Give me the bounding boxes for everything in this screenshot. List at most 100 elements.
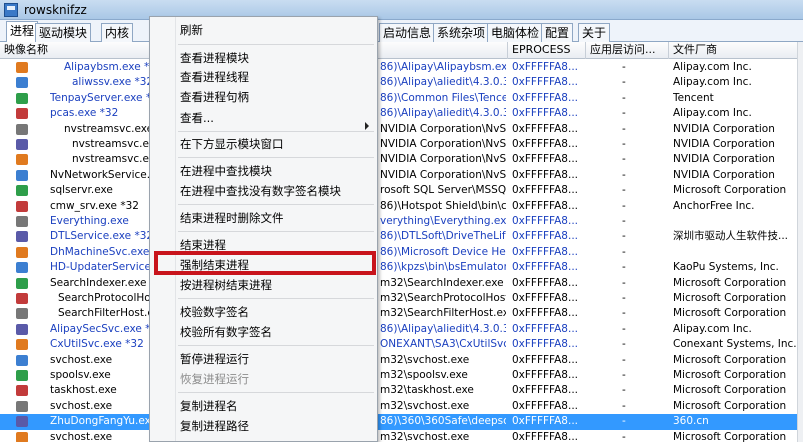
process-icon — [16, 169, 28, 181]
process-eprocess: 0xFFFFFA8... — [512, 168, 579, 181]
menu-item-copy-process-path[interactable]: 复制进程路径 — [180, 418, 249, 434]
table-row[interactable]: NvNetworkService.exe NVIDIA Corporation\N… — [0, 168, 803, 183]
menu-item-refresh[interactable]: 刷新 — [180, 22, 203, 38]
process-icon — [16, 431, 28, 442]
process-name: CxUtilSvc.exe *32 — [50, 338, 144, 351]
process-eprocess: 0xFFFFFA8... — [512, 261, 579, 274]
process-access: - — [622, 122, 626, 135]
process-path: m32\svchost.exe — [380, 430, 470, 442]
process-path: m32\spoolsv.exe — [380, 369, 468, 381]
process-access: - — [622, 276, 626, 289]
process-eprocess: 0xFFFFFA8... — [512, 292, 579, 304]
tab-process[interactable]: 进程 — [6, 21, 39, 42]
context-menu: 刷新 查看进程模块 查看进程线程 查看进程句柄 查看... 在下方显示模块窗口 … — [149, 16, 378, 442]
table-row[interactable]: DTLService.exe *32 86)\DTLSoft\DriveTheLi… — [0, 229, 803, 244]
process-vendor: Alipay.com Inc. — [673, 76, 752, 89]
menu-item-view-more[interactable]: 查看... — [180, 110, 214, 126]
process-access: - — [622, 184, 626, 197]
process-eprocess: 0xFFFFFA8... — [512, 322, 579, 335]
process-icon — [16, 385, 28, 397]
table-row[interactable]: HD-UpdaterService.exe 86)\kpzs\bin\bsEmul… — [0, 260, 803, 275]
process-table: 映像名称 EPROCESS 应用层访问... 文件厂商 Alipaybsm.ex… — [0, 42, 803, 442]
process-path: 86)\Alipay\aliedit\4.3.0.3.... — [380, 322, 506, 335]
table-row[interactable]: SearchFilterHost.ex m32\SearchFilterHost.… — [0, 306, 803, 321]
menu-item-suspend-process[interactable]: 暂停进程运行 — [180, 351, 249, 367]
process-name: spoolsv.exe — [50, 369, 111, 381]
menu-item-copy-process-name[interactable]: 复制进程名 — [180, 398, 238, 414]
column-header-vendor[interactable]: 文件厂商 — [669, 42, 803, 59]
table-row[interactable]: nvstreamsvc.exeNVIDIA Corporation\NvStre… — [0, 137, 803, 152]
process-vendor: Microsoft Corporation — [673, 184, 787, 197]
process-path: NVIDIA Corporation\NvStre... — [380, 138, 506, 150]
menu-item-view-threads[interactable]: 查看进程线程 — [180, 69, 249, 85]
column-header-access[interactable]: 应用层访问... — [586, 42, 669, 59]
menu-item-resume-process: 恢复进程运行 — [180, 372, 249, 386]
table-row[interactable]: ZhuDongFangYu.exe 86)\360\360Safe\deepsc.… — [0, 414, 803, 430]
process-vendor: Microsoft Corporation — [673, 276, 787, 289]
column-header-eprocess[interactable]: EPROCESS — [508, 42, 586, 59]
process-eprocess: 0xFFFFFA8... — [512, 245, 579, 258]
menu-separator — [178, 157, 374, 158]
process-eprocess: 0xFFFFFA8... — [512, 338, 579, 351]
table-row[interactable]: svchost.exe m32\svchost.exe 0xFFFFFA8... - M… — [0, 353, 803, 368]
table-row[interactable]: svchost.exe m32\svchost.exe 0xFFFFFA8... - M… — [0, 430, 803, 442]
process-icon — [16, 139, 28, 150]
table-row[interactable]: SearchIndexer.exe m32\SearchIndexer.exe 0x… — [0, 276, 803, 291]
process-vendor: Microsoft Corporation — [673, 353, 787, 366]
process-path: NVIDIA Corporation\NvStre... — [380, 168, 506, 181]
process-icon — [16, 216, 28, 227]
process-eprocess: 0xFFFFFA8... — [512, 399, 579, 412]
table-row[interactable]: svchost.exe m32\svchost.exe 0xFFFFFA8... - M… — [0, 399, 803, 414]
process-name: Alipaybsm.exe *32 — [64, 61, 162, 73]
table-row[interactable]: spoolsv.exe m32\spoolsv.exe 0xFFFFFA8... - M… — [0, 368, 803, 383]
table-row[interactable]: sqlservr.exe rosoft SQL Server\MSSQ... 0xF… — [0, 183, 803, 198]
table-row[interactable]: SearchProtocolHost m32\SearchProtocolHost… — [0, 291, 803, 306]
tab-pc-checkup[interactable]: 电脑体检 — [487, 23, 544, 42]
table-row[interactable]: DhMachineSvc.exe *32 86)\Microsoft Device… — [0, 245, 803, 260]
table-row[interactable]: aliwssv.exe *32 86)\Alipay\aliedit\4.3.0.… — [0, 75, 803, 90]
table-row[interactable]: pcas.exe *32 86)\Alipay\aliedit\4.3.0.3..… — [0, 106, 803, 121]
tab-kernel[interactable]: 内核 — [101, 23, 134, 42]
tab-driver-modules[interactable]: 驱动模块 — [35, 23, 92, 42]
process-path: 86)\Alipay\Alipaybsm.exe — [380, 61, 506, 73]
process-icon — [16, 200, 28, 212]
menu-item-verify-signature[interactable]: 校验数字签名 — [180, 304, 249, 320]
menu-item-end-process-tree[interactable]: 按进程树结束进程 — [180, 277, 272, 293]
tab-system-misc[interactable]: 系统杂项 — [433, 23, 490, 42]
process-icon — [16, 108, 28, 120]
table-row[interactable]: Alipaybsm.exe *32 86)\Alipay\Alipaybsm.ex… — [0, 60, 803, 75]
table-row[interactable]: Everything.exe verything\Everything.exe 0x… — [0, 214, 803, 229]
menu-separator — [178, 298, 374, 299]
app-icon — [4, 3, 18, 17]
process-icon — [16, 62, 28, 73]
menu-item-verify-all-signatures[interactable]: 校验所有数字签名 — [180, 324, 272, 340]
process-name: pcas.exe *32 — [50, 107, 119, 120]
tab-startup-info[interactable]: 启动信息 — [379, 23, 436, 42]
process-vendor: Conexant Systems, Inc. — [673, 338, 797, 351]
process-access: - — [622, 230, 626, 243]
table-row[interactable]: nvstreamsvc.exeNVIDIA Corporation\NvStre… — [0, 122, 803, 137]
menu-item-view-modules[interactable]: 查看进程模块 — [180, 50, 249, 66]
table-row[interactable]: AlipaySecSvc.exe *32 86)\Alipay\aliedit\4… — [0, 322, 803, 337]
menu-item-find-module[interactable]: 在进程中查找模块 — [180, 163, 272, 179]
menu-item-delete-on-end[interactable]: 结束进程时删除文件 — [180, 210, 284, 226]
table-row[interactable]: CxUtilSvc.exe *32 ONEXANT\SA3\CxUtilSvc..… — [0, 337, 803, 352]
process-icon — [16, 354, 28, 366]
menu-item-show-module-window[interactable]: 在下方显示模块窗口 — [180, 136, 284, 152]
process-access: - — [622, 322, 626, 335]
vertical-scrollbar[interactable] — [797, 42, 803, 442]
process-vendor: NVIDIA Corporation — [673, 168, 775, 181]
table-row[interactable]: taskhost.exe m32\taskhost.exe 0xFFFFFA8...… — [0, 383, 803, 398]
tab-about[interactable]: 关于 — [578, 23, 611, 42]
menu-item-view-handles[interactable]: 查看进程句柄 — [180, 89, 249, 105]
table-row[interactable]: TenpayServer.exe *32 86)\Common Files\Ten… — [0, 91, 803, 106]
process-access: - — [622, 384, 626, 397]
process-access: - — [622, 292, 626, 304]
tab-config[interactable]: 配置 — [541, 23, 574, 42]
table-row[interactable]: nvstreamsvc.exeNVIDIA Corporation\NvStre… — [0, 152, 803, 167]
menu-item-find-unsigned-module[interactable]: 在进程中查找没有数字签名模块 — [180, 183, 341, 199]
table-row[interactable]: cmw_srv.exe *32 86)\Hotspot Shield\bin\cm… — [0, 199, 803, 214]
submenu-arrow-icon — [365, 122, 369, 130]
process-name: HD-UpdaterService.exe — [50, 261, 162, 274]
process-path: ONEXANT\SA3\CxUtilSvc.... — [380, 338, 506, 351]
